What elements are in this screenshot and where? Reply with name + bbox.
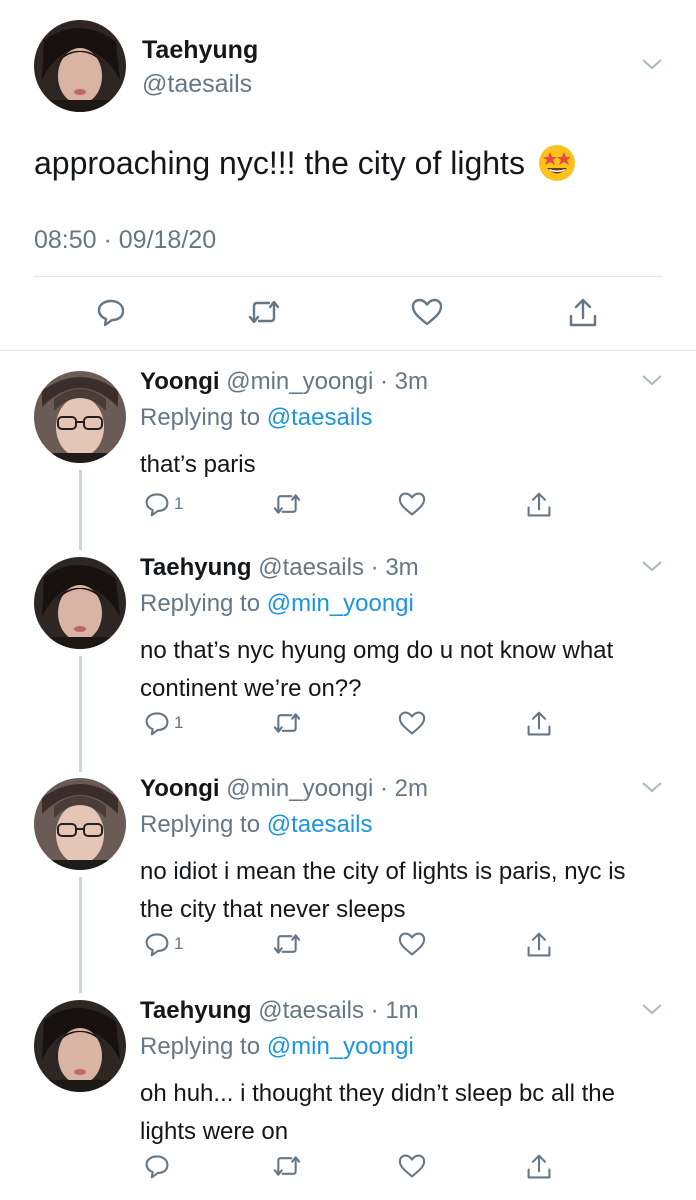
author-handle[interactable]: @taesails xyxy=(258,997,364,1024)
replying-to-link[interactable]: @taesails xyxy=(267,404,373,431)
reply-icon xyxy=(144,931,170,957)
chevron-down-icon[interactable] xyxy=(640,779,664,795)
chevron-down-icon[interactable] xyxy=(640,558,664,574)
reply-meta: Yoongi @min_yoongi · 2m xyxy=(140,775,428,803)
reply-button[interactable] xyxy=(144,1153,174,1179)
reply-text: oh huh... i thought they didn’t sleep bc… xyxy=(140,1080,615,1145)
reply-tweet[interactable]: Taehyung @taesails · 1m Replying to @min… xyxy=(0,983,696,1200)
section-divider xyxy=(0,350,696,351)
reply-meta: Taehyung @taesails · 1m xyxy=(140,997,419,1025)
retweet-icon[interactable] xyxy=(272,491,302,517)
avatar[interactable] xyxy=(34,20,126,112)
author-name[interactable]: Taehyung xyxy=(142,36,258,65)
reply-icon xyxy=(144,710,170,736)
reply-text: no idiot i mean the city of lights is pa… xyxy=(140,858,626,923)
reply-icon[interactable] xyxy=(96,297,126,327)
author-name[interactable]: Yoongi xyxy=(140,775,220,802)
reply-time[interactable]: · 2m xyxy=(380,775,428,802)
reply-time[interactable]: · 3m xyxy=(380,368,428,395)
reply-actions: 1 xyxy=(140,491,580,525)
retweet-icon[interactable] xyxy=(272,931,302,957)
author-name[interactable]: Taehyung xyxy=(140,997,252,1024)
reply-tweet[interactable]: Yoongi @min_yoongi · 3m Replying to @tae… xyxy=(0,354,696,540)
author-name[interactable]: Yoongi xyxy=(140,368,220,395)
reply-actions xyxy=(140,1153,580,1187)
reply-button[interactable]: 1 xyxy=(144,931,183,957)
retweet-icon[interactable] xyxy=(247,297,281,327)
retweet-icon[interactable] xyxy=(272,710,302,736)
replying-to: Replying to @min_yoongi xyxy=(140,1033,414,1061)
chevron-down-icon[interactable] xyxy=(640,56,664,72)
share-icon[interactable] xyxy=(526,491,552,519)
star-struck-emoji-icon xyxy=(537,143,577,183)
reply-text: that’s paris xyxy=(140,451,256,478)
share-icon[interactable] xyxy=(526,931,552,959)
reply-tweet[interactable]: Taehyung @taesails · 3m Replying to @min… xyxy=(0,540,696,762)
replying-prefix: Replying to xyxy=(140,404,267,431)
avatar[interactable] xyxy=(34,557,126,649)
reply-time[interactable]: · 1m xyxy=(371,997,419,1024)
author-handle[interactable]: @taesails xyxy=(142,70,252,99)
like-icon[interactable] xyxy=(398,491,426,517)
replying-to-link[interactable]: @taesails xyxy=(267,811,373,838)
avatar[interactable] xyxy=(34,778,126,870)
divider xyxy=(34,276,662,277)
reply-count: 1 xyxy=(174,934,184,953)
author-name[interactable]: Taehyung xyxy=(140,554,252,581)
like-icon[interactable] xyxy=(411,297,443,327)
reply-meta: Yoongi @min_yoongi · 3m xyxy=(140,368,428,396)
reply-tweet[interactable]: Yoongi @min_yoongi · 2m Replying to @tae… xyxy=(0,761,696,983)
avatar[interactable] xyxy=(34,371,126,463)
main-tweet: Taehyung @taesails approaching nyc!!! th… xyxy=(0,0,696,350)
reply-icon xyxy=(144,491,170,517)
replying-to: Replying to @taesails xyxy=(140,404,373,432)
reply-count: 1 xyxy=(174,713,184,732)
chevron-down-icon[interactable] xyxy=(640,372,664,388)
author-handle[interactable]: @taesails xyxy=(258,554,364,581)
replying-to: Replying to @taesails xyxy=(140,811,373,839)
reply-button[interactable]: 1 xyxy=(144,491,183,517)
replying-to-link[interactable]: @min_yoongi xyxy=(267,590,414,617)
share-icon[interactable] xyxy=(526,1153,552,1181)
reply-meta: Taehyung @taesails · 3m xyxy=(140,554,419,582)
reply-text: no that’s nyc hyung omg do u not know wh… xyxy=(140,637,614,702)
reply-actions: 1 xyxy=(140,710,580,744)
author-handle[interactable]: @min_yoongi xyxy=(226,368,373,395)
like-icon[interactable] xyxy=(398,710,426,736)
chevron-down-icon[interactable] xyxy=(640,1001,664,1017)
replying-to-link[interactable]: @min_yoongi xyxy=(267,1033,414,1060)
tweet-text-row: approaching nyc!!! the city of lights xyxy=(34,143,577,183)
replying-prefix: Replying to xyxy=(140,811,267,838)
reply-actions: 1 xyxy=(140,931,580,965)
share-icon[interactable] xyxy=(568,297,598,329)
replying-prefix: Replying to xyxy=(140,590,267,617)
retweet-icon[interactable] xyxy=(272,1153,302,1179)
avatar[interactable] xyxy=(34,1000,126,1092)
reply-icon xyxy=(144,1153,170,1179)
reply-button[interactable]: 1 xyxy=(144,710,183,736)
reply-time[interactable]: · 3m xyxy=(371,554,419,581)
replying-to: Replying to @min_yoongi xyxy=(140,590,414,618)
like-icon[interactable] xyxy=(398,1153,426,1179)
share-icon[interactable] xyxy=(526,710,552,738)
replying-prefix: Replying to xyxy=(140,1033,267,1060)
reply-count: 1 xyxy=(174,494,184,513)
like-icon[interactable] xyxy=(398,931,426,957)
tweet-timestamp[interactable]: 08:50 · 09/18/20 xyxy=(34,226,216,255)
tweet-text: approaching nyc!!! the city of lights xyxy=(34,144,525,181)
author-handle[interactable]: @min_yoongi xyxy=(226,775,373,802)
